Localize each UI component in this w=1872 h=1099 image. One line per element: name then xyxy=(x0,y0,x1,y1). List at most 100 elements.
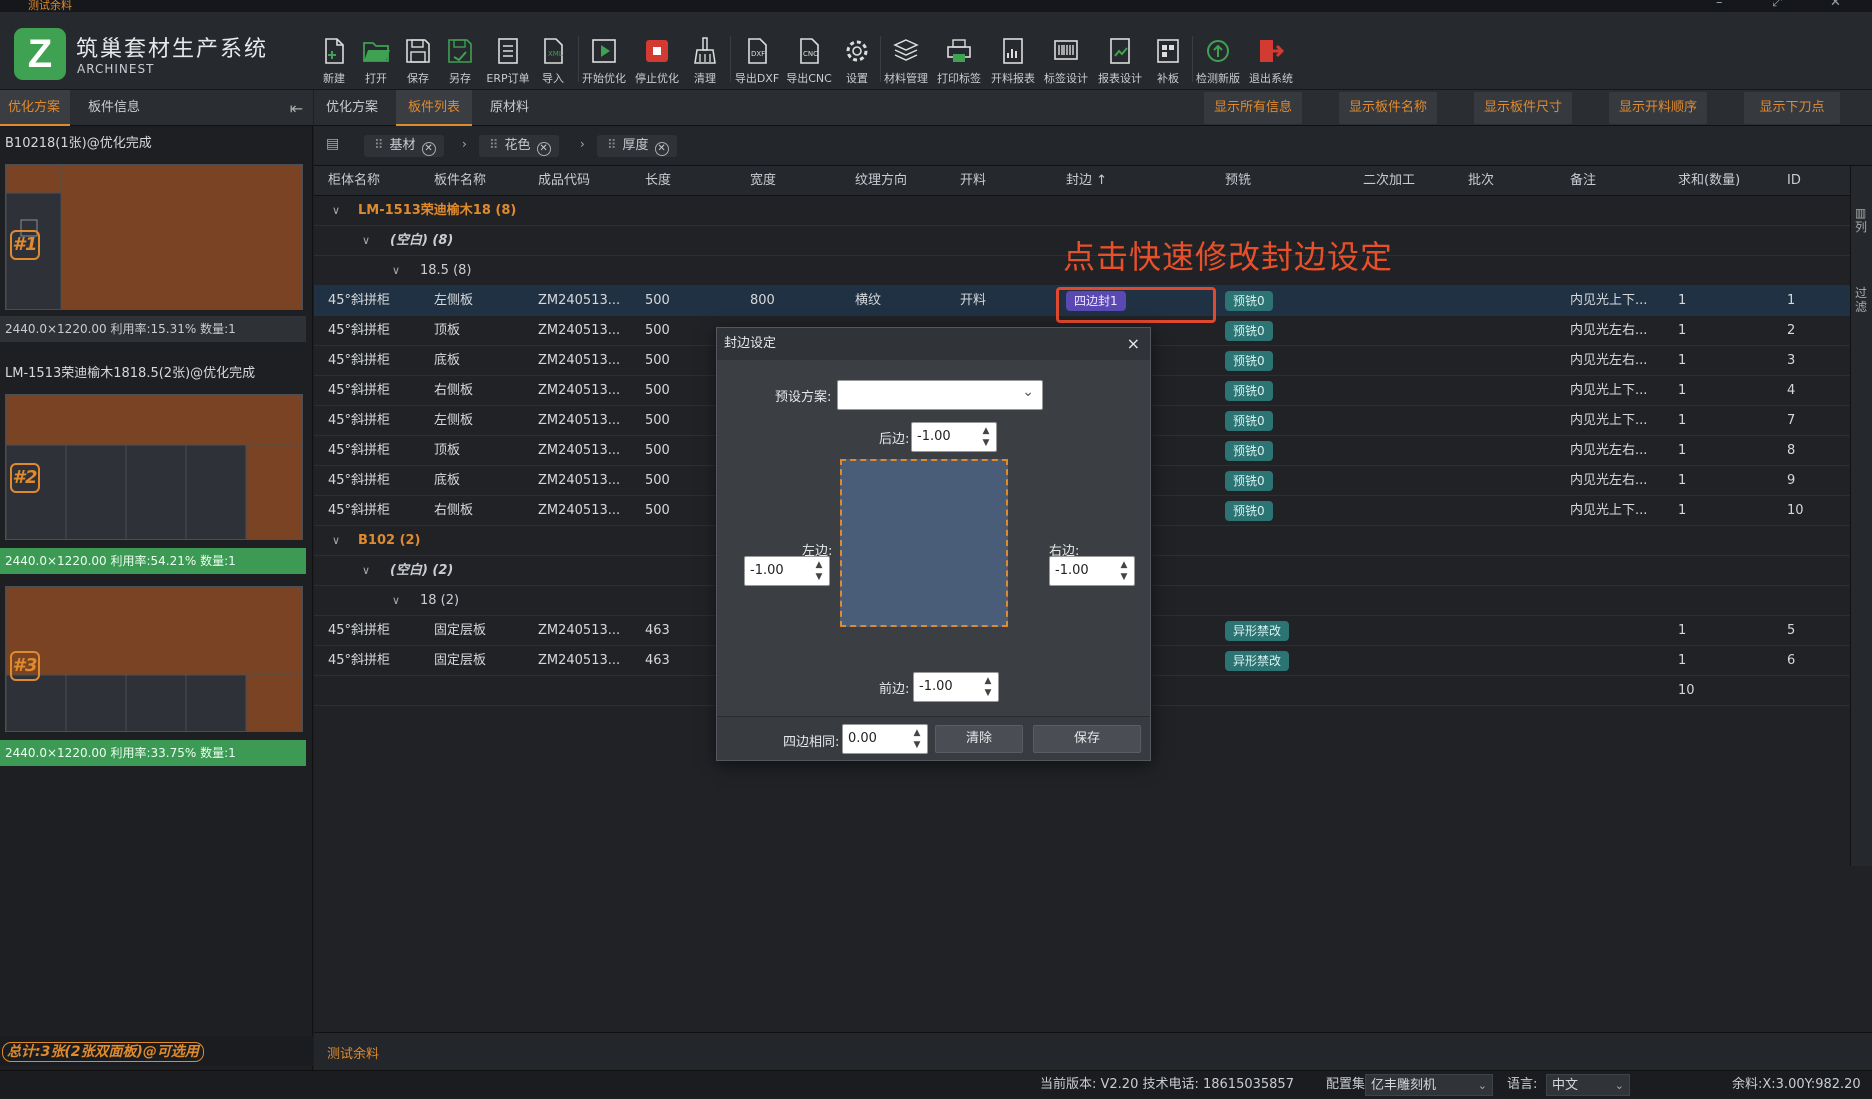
filter-chip-base-material[interactable]: ⠿ 基材 ✕ xyxy=(364,135,444,157)
pre-mill-tag[interactable]: 异形禁改 xyxy=(1225,621,1290,641)
toolbar-material-manage-button[interactable]: 材料管理 xyxy=(882,24,930,92)
chevron-down-icon[interactable]: ∨ xyxy=(362,556,370,586)
back-edge-input[interactable]: -1.00 ▲ ▼ xyxy=(911,422,997,452)
group-panel-icon[interactable]: ▤ xyxy=(326,136,339,152)
spin-down-icon[interactable]: ▼ xyxy=(980,437,992,449)
show-panel-name-button[interactable]: 显示板件名称 xyxy=(1339,92,1438,124)
config-select[interactable]: 亿丰雕刻机 ⌄ xyxy=(1365,1074,1493,1096)
filter-side-tab[interactable]: 过滤 xyxy=(1855,286,1869,314)
pre-mill-tag[interactable]: 预铣0 xyxy=(1225,471,1273,491)
col-sum-qty[interactable]: 求和(数量) xyxy=(1678,166,1740,196)
tab-panel-list[interactable]: 板件列表 xyxy=(396,90,473,126)
tab-panel-info[interactable]: 板件信息 xyxy=(80,90,148,126)
save-button[interactable]: 保存 xyxy=(1033,725,1141,753)
pre-mill-tag[interactable]: 预铣0 xyxy=(1225,291,1273,311)
spin-up-icon[interactable]: ▲ xyxy=(1118,559,1130,571)
col-grain[interactable]: 纹理方向 xyxy=(855,166,907,196)
filter-chip-color[interactable]: ⠿ 花色 ✕ xyxy=(479,135,559,157)
chevron-down-icon[interactable]: ∨ xyxy=(392,586,400,616)
tab-main-optimize-plan[interactable]: 优化方案 xyxy=(314,90,390,126)
spin-up-icon[interactable]: ▲ xyxy=(980,425,992,437)
chevron-down-icon[interactable]: ∨ xyxy=(332,196,340,226)
status-bar: 当前版本: V2.20 技术电话: 18615035857 配置集: 亿丰雕刻机… xyxy=(0,1070,1872,1098)
show-cut-point-button[interactable]: 显示下刀点 xyxy=(1744,92,1840,124)
group-row-material[interactable]: ∨ LM-1513荣迪榆木18 (8) xyxy=(314,196,1850,226)
front-edge-input[interactable]: -1.00 ▲ ▼ xyxy=(913,672,999,702)
chevron-down-icon[interactable]: ∨ xyxy=(362,226,370,256)
toolbar-start-optimize-button[interactable]: 开始优化 xyxy=(580,24,628,92)
col-secondary[interactable]: 二次加工 xyxy=(1363,166,1415,196)
clear-button[interactable]: 清除 xyxy=(935,725,1023,753)
language-select[interactable]: 中文 ⌄ xyxy=(1546,1074,1630,1096)
pre-mill-tag[interactable]: 预铣0 xyxy=(1225,321,1273,341)
show-panel-size-button[interactable]: 显示板件尺寸 xyxy=(1474,92,1573,124)
board-preview-3[interactable]: #3 xyxy=(5,586,303,732)
board-preview-2[interactable]: #2 xyxy=(5,394,303,540)
col-product-code[interactable]: 成品代码 xyxy=(538,166,590,196)
spin-up-icon[interactable]: ▲ xyxy=(911,727,923,739)
right-edge-input[interactable]: -1.00 ▲ ▼ xyxy=(1049,556,1135,586)
tab-optimize-plan[interactable]: 优化方案 xyxy=(0,90,70,126)
printer-icon xyxy=(947,39,971,62)
col-note[interactable]: 备注 xyxy=(1570,166,1596,196)
col-pre-mill[interactable]: 预铣 xyxy=(1225,166,1251,196)
pre-mill-tag[interactable]: 预铣0 xyxy=(1225,411,1273,431)
cell-length: 500 xyxy=(645,353,670,368)
toolbar-import-button[interactable]: XML 导入 xyxy=(529,24,577,92)
pre-mill-tag[interactable]: 预铣0 xyxy=(1225,381,1273,401)
col-cabinet[interactable]: 柜体名称 xyxy=(328,166,380,196)
minimize-icon[interactable]: – xyxy=(1716,0,1723,9)
preset-select[interactable]: ⌄ xyxy=(837,380,1043,410)
spin-down-icon[interactable]: ▼ xyxy=(982,687,994,699)
spin-down-icon[interactable]: ▼ xyxy=(813,571,825,583)
all-edges-input[interactable]: 0.00 ▲ ▼ xyxy=(842,724,928,754)
col-batch[interactable]: 批次 xyxy=(1468,166,1494,196)
cell-cabinet: 45°斜拼柜 xyxy=(328,413,391,428)
tab-raw-material[interactable]: 原材料 xyxy=(478,90,541,126)
col-panel-name[interactable]: 板件名称 xyxy=(434,166,486,196)
toolbar-check-update-button[interactable]: 检测新版 xyxy=(1194,24,1242,92)
toolbar-clean-button[interactable]: 清理 xyxy=(681,24,729,92)
pre-mill-tag[interactable]: 预铣0 xyxy=(1225,351,1273,371)
toolbar-cutting-report-button[interactable]: 开料报表 xyxy=(989,24,1037,92)
spin-up-icon[interactable]: ▲ xyxy=(813,559,825,571)
col-edge-banding[interactable]: 封边 ↑ xyxy=(1066,166,1107,196)
save-icon xyxy=(406,39,430,63)
plan-title-1[interactable]: B10218(1张)@优化完成 xyxy=(5,132,152,151)
remove-filter-icon[interactable]: ✕ xyxy=(421,142,436,156)
close-window-icon[interactable]: ✕ xyxy=(1830,0,1841,9)
collapse-panel-icon[interactable]: ⇤ xyxy=(290,99,303,118)
show-all-info-button[interactable]: 显示所有信息 xyxy=(1204,92,1303,124)
play-icon xyxy=(592,39,616,63)
pre-mill-tag[interactable]: 预铣0 xyxy=(1225,441,1273,461)
board-preview-1[interactable]: #1 xyxy=(5,164,303,310)
toolbar-exit-button[interactable]: 退出系统 xyxy=(1247,24,1295,92)
show-cut-order-button[interactable]: 显示开料顺序 xyxy=(1609,92,1708,124)
remove-filter-icon[interactable]: ✕ xyxy=(654,142,669,156)
col-width[interactable]: 宽度 xyxy=(750,166,776,196)
plan-title-2[interactable]: LM-1513荣迪榆木1818.5(2张)@优化完成 xyxy=(5,362,255,381)
filter-chip-thickness[interactable]: ⠿ 厚度 ✕ xyxy=(597,135,677,157)
toolbar-export-dxf-button[interactable]: DXF 导出DXF xyxy=(733,24,781,92)
spin-up-icon[interactable]: ▲ xyxy=(982,675,994,687)
chevron-down-icon[interactable]: ∨ xyxy=(392,256,400,286)
remove-filter-icon[interactable]: ✕ xyxy=(536,142,551,156)
toolbar-patch-board-button[interactable]: 补板 xyxy=(1144,24,1192,92)
pre-mill-tag[interactable]: 预铣0 xyxy=(1225,501,1273,521)
col-id[interactable]: ID xyxy=(1787,166,1801,196)
restore-icon[interactable]: ⤢ xyxy=(1772,0,1782,9)
close-icon[interactable]: × xyxy=(1127,328,1140,360)
left-edge-input[interactable]: -1.00 ▲ ▼ xyxy=(744,556,830,586)
spin-down-icon[interactable]: ▼ xyxy=(1118,571,1130,583)
bottom-tab-leftover[interactable]: 测试余料 xyxy=(327,1043,379,1062)
toolbar-label-design-button[interactable]: 标签设计 xyxy=(1042,24,1090,92)
col-cut[interactable]: 开料 xyxy=(960,166,986,196)
spin-down-icon[interactable]: ▼ xyxy=(911,739,923,751)
pre-mill-tag[interactable]: 异形禁改 xyxy=(1225,651,1290,671)
app-subtitle: ARCHINEST xyxy=(77,62,155,76)
board-badge-1: #1 xyxy=(10,230,40,260)
col-length[interactable]: 长度 xyxy=(645,166,671,196)
columns-side-tab[interactable]: ▥ 列 xyxy=(1855,206,1869,234)
toolbar-print-label-button[interactable]: 打印标签 xyxy=(935,24,983,92)
chevron-down-icon[interactable]: ∨ xyxy=(332,526,340,556)
